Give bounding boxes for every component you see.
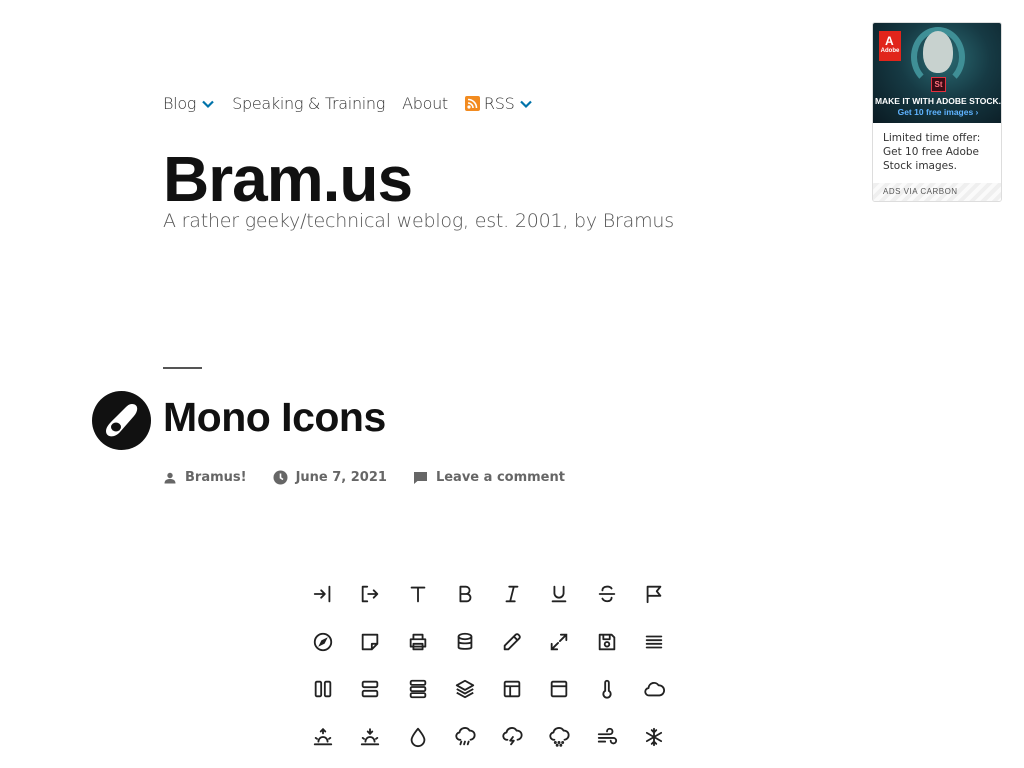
nav-item-speaking[interactable]: Speaking & Training — [232, 94, 385, 113]
rows-icon — [356, 675, 384, 703]
snowflake-icon — [640, 723, 668, 751]
site-description: A rather geeky/technical weblog, est. 20… — [163, 210, 674, 232]
sticky-note-icon — [356, 628, 384, 656]
columns-icon — [309, 675, 337, 703]
sunset-icon — [356, 723, 384, 751]
layers-icon — [451, 675, 479, 703]
post-format-icon — [92, 391, 151, 450]
chevron-down-icon — [202, 100, 214, 108]
strikethrough-icon — [593, 580, 621, 608]
nav-item-label: About — [402, 94, 448, 113]
post-date-text: June 7, 2021 — [295, 470, 387, 485]
log-in-icon — [309, 580, 337, 608]
lightning-icon — [498, 723, 526, 751]
sunrise-icon — [309, 723, 337, 751]
ad-cta[interactable]: Get 10 free images › — [873, 107, 1001, 118]
adobe-logo: A Adobe — [879, 31, 901, 61]
thermometer-icon — [593, 675, 621, 703]
window-icon — [545, 675, 573, 703]
mono-icons-preview — [309, 580, 689, 768]
nav-item-blog[interactable]: Blog — [163, 94, 215, 113]
nav-item-label: Blog — [163, 94, 197, 113]
adobe-brand-text: Adobe — [880, 48, 900, 54]
expand-icon — [545, 628, 573, 656]
comment-icon — [413, 471, 427, 484]
droplet-icon — [404, 723, 432, 751]
nav-item-label: RSS — [483, 94, 515, 113]
post-date[interactable]: June 7, 2021 — [273, 470, 387, 485]
main-nav: Blog Speaking & Training About RSS — [163, 94, 550, 113]
ad-image-face — [923, 31, 953, 73]
clock-icon — [273, 470, 288, 485]
ad-image[interactable]: A Adobe St MAKE IT WITH ADOBE STOCK. Get… — [873, 23, 1002, 123]
italic-icon — [498, 580, 526, 608]
ad-headline: MAKE IT WITH ADOBE STOCK. — [874, 96, 1002, 106]
post-title[interactable]: Mono Icons — [163, 394, 386, 441]
database-icon — [451, 628, 479, 656]
bold-icon — [451, 580, 479, 608]
post-author[interactable]: Bramus! — [163, 470, 247, 485]
separator — [163, 367, 202, 369]
layout-icon — [498, 675, 526, 703]
site-title[interactable]: Bram.us — [163, 140, 413, 218]
underline-icon — [545, 580, 573, 608]
ads-via-carbon[interactable]: ADS VIA CARBON — [873, 183, 1001, 201]
flag-icon — [640, 580, 668, 608]
post-author-name: Bramus! — [185, 470, 247, 485]
post-comments[interactable]: Leave a comment — [413, 470, 565, 485]
nav-item-about[interactable]: About — [402, 94, 448, 113]
chevron-down-icon — [520, 100, 533, 108]
text-icon — [404, 580, 432, 608]
post-meta: Bramus! June 7, 2021 Leave a comment — [163, 470, 591, 485]
compass-icon — [309, 628, 337, 656]
align-justify-icon — [640, 628, 668, 656]
nav-item-rss[interactable]: RSS — [464, 94, 534, 113]
cloud-icon — [640, 675, 668, 703]
carbon-ad[interactable]: A Adobe St MAKE IT WITH ADOBE STOCK. Get… — [872, 22, 1002, 202]
adobe-stock-badge: St — [931, 77, 946, 92]
snow-cloud-icon — [545, 723, 573, 751]
ad-text[interactable]: Limited time offer: Get 10 free Adobe St… — [883, 131, 998, 173]
rss-icon — [464, 96, 480, 111]
rain-icon — [451, 723, 479, 751]
post-comments-link: Leave a comment — [435, 470, 565, 485]
rows-3-icon — [404, 675, 432, 703]
nav-item-label: Speaking & Training — [232, 94, 386, 113]
save-icon — [593, 628, 621, 656]
wind-icon — [593, 723, 621, 751]
user-icon — [164, 472, 176, 483]
pipette-icon — [498, 628, 526, 656]
log-out-icon — [356, 580, 384, 608]
printer-icon — [404, 628, 432, 656]
